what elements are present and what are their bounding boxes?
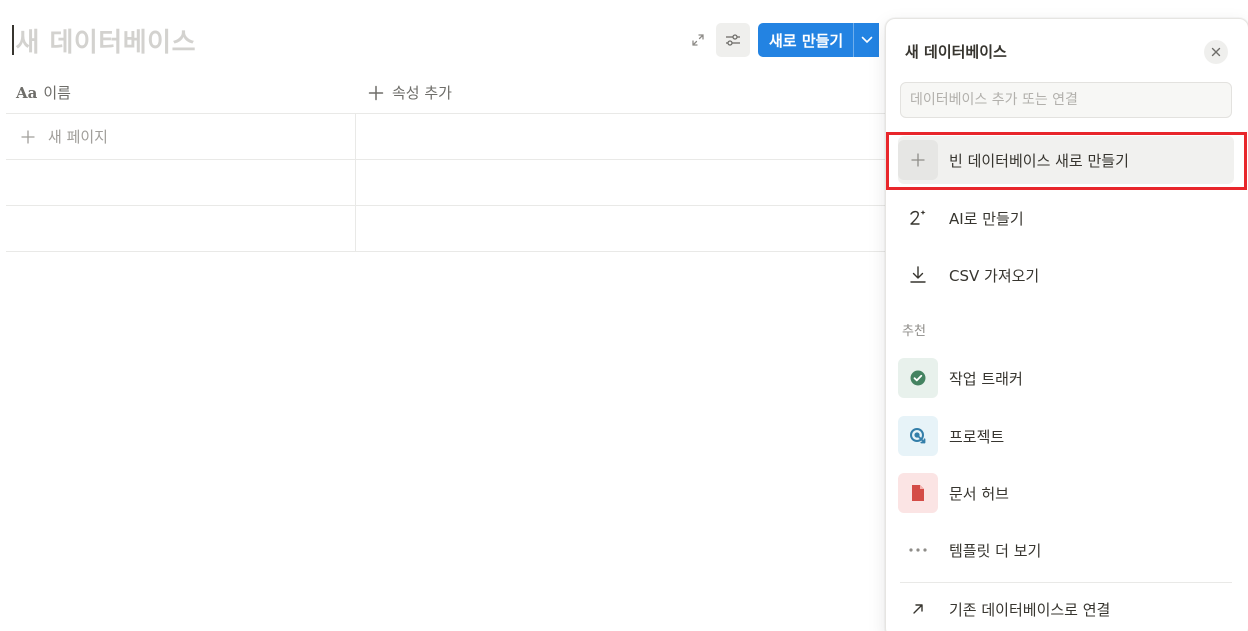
create-with-ai-label: AI로 만들기 bbox=[949, 209, 1024, 228]
table-cell[interactable] bbox=[356, 160, 886, 205]
new-page-label: 새 페이지 bbox=[48, 128, 108, 146]
more-templates-label: 템플릿 더 보기 bbox=[949, 541, 1042, 560]
template-docs-hub[interactable]: 문서 허브 bbox=[898, 469, 1234, 517]
table-row bbox=[6, 206, 886, 252]
divider bbox=[900, 582, 1232, 583]
arrow-up-right-icon bbox=[898, 589, 938, 629]
settings-sliders-button[interactable] bbox=[716, 23, 750, 57]
close-button[interactable] bbox=[1204, 40, 1228, 64]
table-header-row: Aa 이름 속성 추가 bbox=[6, 72, 886, 114]
import-csv-item[interactable]: CSV 가져오기 bbox=[898, 251, 1234, 299]
check-circle-icon bbox=[898, 358, 938, 398]
table-cell[interactable] bbox=[356, 114, 886, 159]
table-cell[interactable] bbox=[356, 206, 886, 251]
table-row: 새 페이지 bbox=[6, 114, 886, 160]
more-dots-icon bbox=[898, 530, 938, 570]
popup-title: 새 데이터베이스 bbox=[905, 43, 1007, 61]
new-database-popup: 새 데이터베이스 빈 데이터베이스 새로 만들기 AI로 만들기 CSV 가져오… bbox=[885, 18, 1248, 631]
plus-icon bbox=[368, 85, 384, 100]
new-button-label: 새로 만들기 bbox=[769, 31, 844, 50]
create-empty-database-label: 빈 데이터베이스 새로 만들기 bbox=[949, 151, 1129, 170]
template-project[interactable]: 프로젝트 bbox=[898, 412, 1234, 460]
database-table: Aa 이름 속성 추가 새 페이지 bbox=[6, 72, 886, 252]
database-toolbar: 새로 만들기 bbox=[687, 23, 880, 57]
table-cell[interactable] bbox=[6, 160, 356, 205]
document-icon bbox=[898, 473, 938, 513]
ai-sparkle-icon bbox=[898, 198, 938, 238]
column-header-label: 이름 bbox=[43, 84, 71, 102]
more-templates-item[interactable]: 템플릿 더 보기 bbox=[898, 526, 1234, 574]
database-search-input[interactable] bbox=[900, 82, 1232, 118]
close-icon bbox=[1211, 47, 1221, 57]
new-button[interactable]: 새로 만들기 bbox=[758, 23, 854, 57]
link-existing-database-item[interactable]: 기존 데이터베이스로 연결 bbox=[898, 585, 1234, 631]
create-with-ai-item[interactable]: AI로 만들기 bbox=[898, 194, 1234, 242]
new-button-dropdown[interactable] bbox=[853, 23, 880, 57]
target-arrow-icon bbox=[898, 416, 938, 456]
sliders-icon bbox=[726, 34, 740, 46]
link-existing-database-label: 기존 데이터베이스로 연결 bbox=[949, 600, 1111, 619]
expand-icon[interactable] bbox=[687, 29, 709, 51]
plus-icon bbox=[21, 129, 35, 144]
column-header-name[interactable]: Aa 이름 bbox=[6, 72, 356, 113]
add-property-label: 속성 추가 bbox=[392, 84, 452, 102]
new-page-button[interactable]: 새 페이지 bbox=[6, 114, 356, 159]
database-title[interactable]: 새 데이터베이스 bbox=[12, 22, 196, 58]
plus-icon bbox=[898, 140, 938, 180]
create-empty-database-item[interactable]: 빈 데이터베이스 새로 만들기 bbox=[898, 136, 1234, 184]
text-type-icon: Aa bbox=[16, 83, 38, 102]
text-cursor bbox=[12, 25, 14, 55]
chevron-down-icon bbox=[861, 36, 873, 44]
database-title-text[interactable]: 새 데이터베이스 bbox=[16, 22, 197, 59]
add-property-button[interactable]: 속성 추가 bbox=[356, 72, 886, 113]
table-row bbox=[6, 160, 886, 206]
template-docs-hub-label: 문서 허브 bbox=[949, 484, 1009, 503]
table-cell[interactable] bbox=[6, 206, 356, 251]
template-task-tracker-label: 작업 트래커 bbox=[949, 369, 1023, 388]
import-csv-label: CSV 가져오기 bbox=[949, 266, 1040, 285]
template-task-tracker[interactable]: 작업 트래커 bbox=[898, 354, 1234, 402]
download-icon bbox=[898, 255, 938, 295]
template-project-label: 프로젝트 bbox=[949, 427, 1005, 446]
recommended-section-label: 추천 bbox=[902, 324, 926, 339]
